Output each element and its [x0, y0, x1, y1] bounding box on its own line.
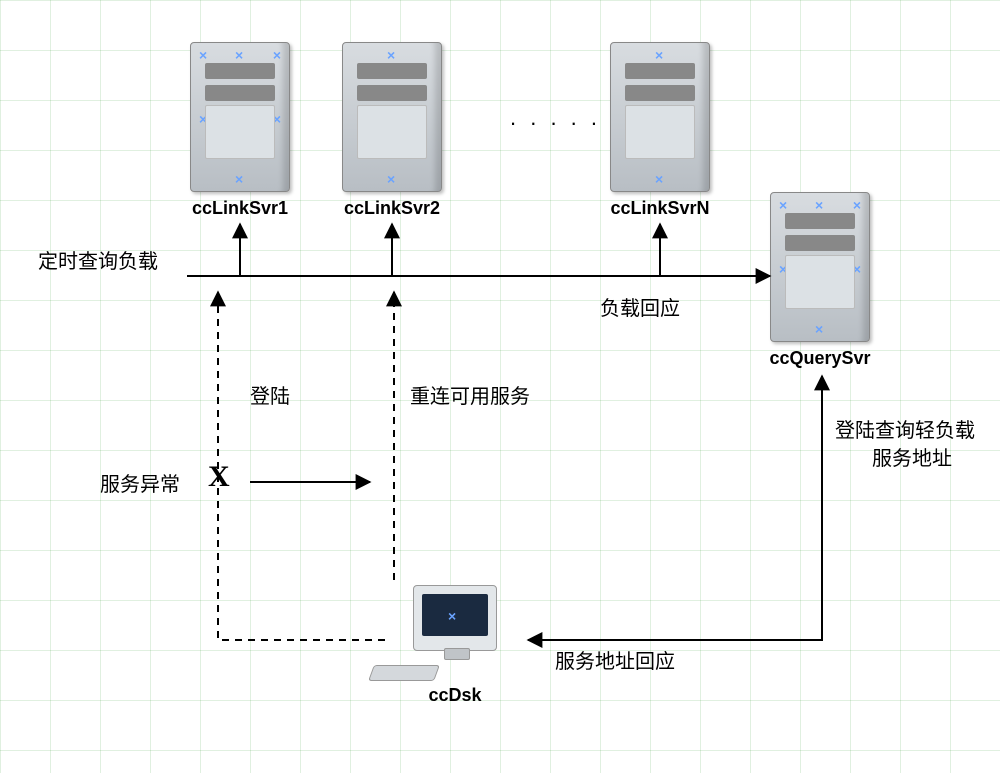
label-reconnect: 重连可用服务 — [410, 380, 530, 409]
server-cclinksvrn: × × × × ccLinkSvrN — [600, 42, 720, 219]
poll-load-line — [187, 224, 770, 276]
server-body: × × × × — [610, 42, 710, 192]
keyboard-icon — [368, 665, 440, 681]
label-login: 登陆 — [250, 380, 290, 409]
server-body: × × × × — [342, 42, 442, 192]
label-service-fail: 服务异常 — [100, 468, 180, 497]
server-cclinksvr1: × × × × × × × × ccLinkSvr1 — [180, 42, 300, 219]
client-label: ccDsk — [385, 685, 525, 706]
server-body: × × × × × × × × — [770, 192, 870, 342]
label-poll-load: 定时查询负载 — [38, 245, 158, 274]
server-label: ccLinkSvr2 — [332, 198, 452, 219]
server-label: ccQuerySvr — [760, 348, 880, 369]
server-label: ccLinkSvrN — [600, 198, 720, 219]
query-addr-line — [528, 376, 822, 640]
client-ccdsk: × ccDsk — [385, 585, 525, 706]
server-body: × × × × × × × × — [190, 42, 290, 192]
label-load-reply: 负载回应 — [600, 292, 680, 321]
login-line — [218, 292, 385, 640]
label-addr-reply: 服务地址回应 — [555, 645, 675, 674]
server-ccquerysvr: × × × × × × × × ccQuerySvr — [760, 192, 880, 369]
label-query-light1: 登陆查询轻负载 — [835, 414, 975, 443]
fail-x-icon: X — [208, 460, 230, 494]
server-label: ccLinkSvr1 — [180, 198, 300, 219]
monitor-icon: × — [413, 585, 497, 651]
label-query-light2: 服务地址 — [872, 442, 952, 471]
server-cclinksvr2: × × × × ccLinkSvr2 — [332, 42, 452, 219]
